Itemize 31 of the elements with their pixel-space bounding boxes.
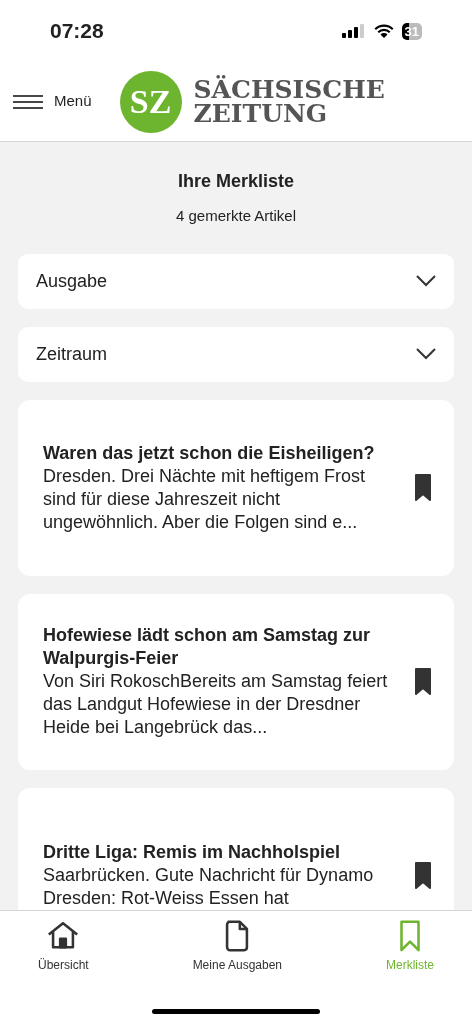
logo-title: SÄCHSISCHE: [193, 77, 385, 102]
article-title: Dritte Liga: Remis im Nachholspiel: [43, 841, 342, 864]
list-title: Ihre Merkliste: [177, 170, 295, 193]
bookmark-button[interactable]: [414, 667, 432, 696]
signal-icon: [341, 24, 366, 38]
article-excerpt: Von Siri RokoschBereits am Samstag feiert das Landgut Hofewiese in der Dresdner Heide bei Langebrück das...: [43, 670, 389, 739]
article-title: Waren das jetzt schon die Eisheiligen?: [43, 441, 376, 465]
article-card[interactable]: Waren das jetzt schon die Eisheiligen? Dresden. Drei Nächte mit heftigem Frost sind für diese Jahreszeit nicht ungewöhnlich. Aber die Folgen sind e...: [18, 399, 454, 576]
filter-dropdown[interactable]: Zeitraum: [18, 326, 454, 382]
article-title: Hofewiese lädt schon am Samstag zur Walpurgis-Feier: [43, 624, 372, 670]
menu-icon: [13, 94, 43, 109]
logo-mark: SZ: [119, 70, 182, 133]
article-excerpt: Dresden. Drei Nächte mit heftigem Frost sind für diese Jahreszeit nicht ungewöhnlich. Aber die Folgen sind e...: [43, 464, 367, 534]
bookmark-icon: [414, 667, 432, 696]
chevron-icon: [416, 348, 436, 360]
menu-button[interactable]: Menü: [13, 90, 92, 113]
article-count: 4 gemerkte Artikel: [175, 206, 297, 226]
tab-bar-item[interactable]: Meine Ausgaben: [192, 919, 283, 974]
bookmark-icon: [414, 861, 432, 890]
bookmark-button[interactable]: [414, 473, 432, 502]
article-card[interactable]: Hofewiese lädt schon am Samstag zur Walpurgis-Feier Von Siri RokoschBereits am Samstag feiert das Landgut Hofewiese in der Dresdner Heide bei Langebrück das...: [18, 593, 454, 770]
article-card[interactable]: Dritte Liga: Remis im Nachholspiel Saarbrücken. Gute Nachricht für Dynamo Dresden: Rot-Weiss Essen hat: [18, 787, 454, 910]
status-time: 07:28: [50, 18, 104, 45]
article-excerpt: Saarbrücken. Gute Nachricht für Dynamo Dresden: Rot-Weiss Essen hat: [43, 864, 375, 910]
tab-bar-item[interactable]: Übersicht: [38, 919, 89, 974]
wifi-icon: [373, 24, 394, 38]
filter-dropdown[interactable]: Ausgabe: [18, 253, 454, 309]
logo-title: ZEITUNG: [193, 101, 329, 126]
bookmark-icon: [414, 473, 432, 502]
chevron-icon: [416, 275, 436, 287]
bookmark-button[interactable]: [414, 861, 432, 890]
